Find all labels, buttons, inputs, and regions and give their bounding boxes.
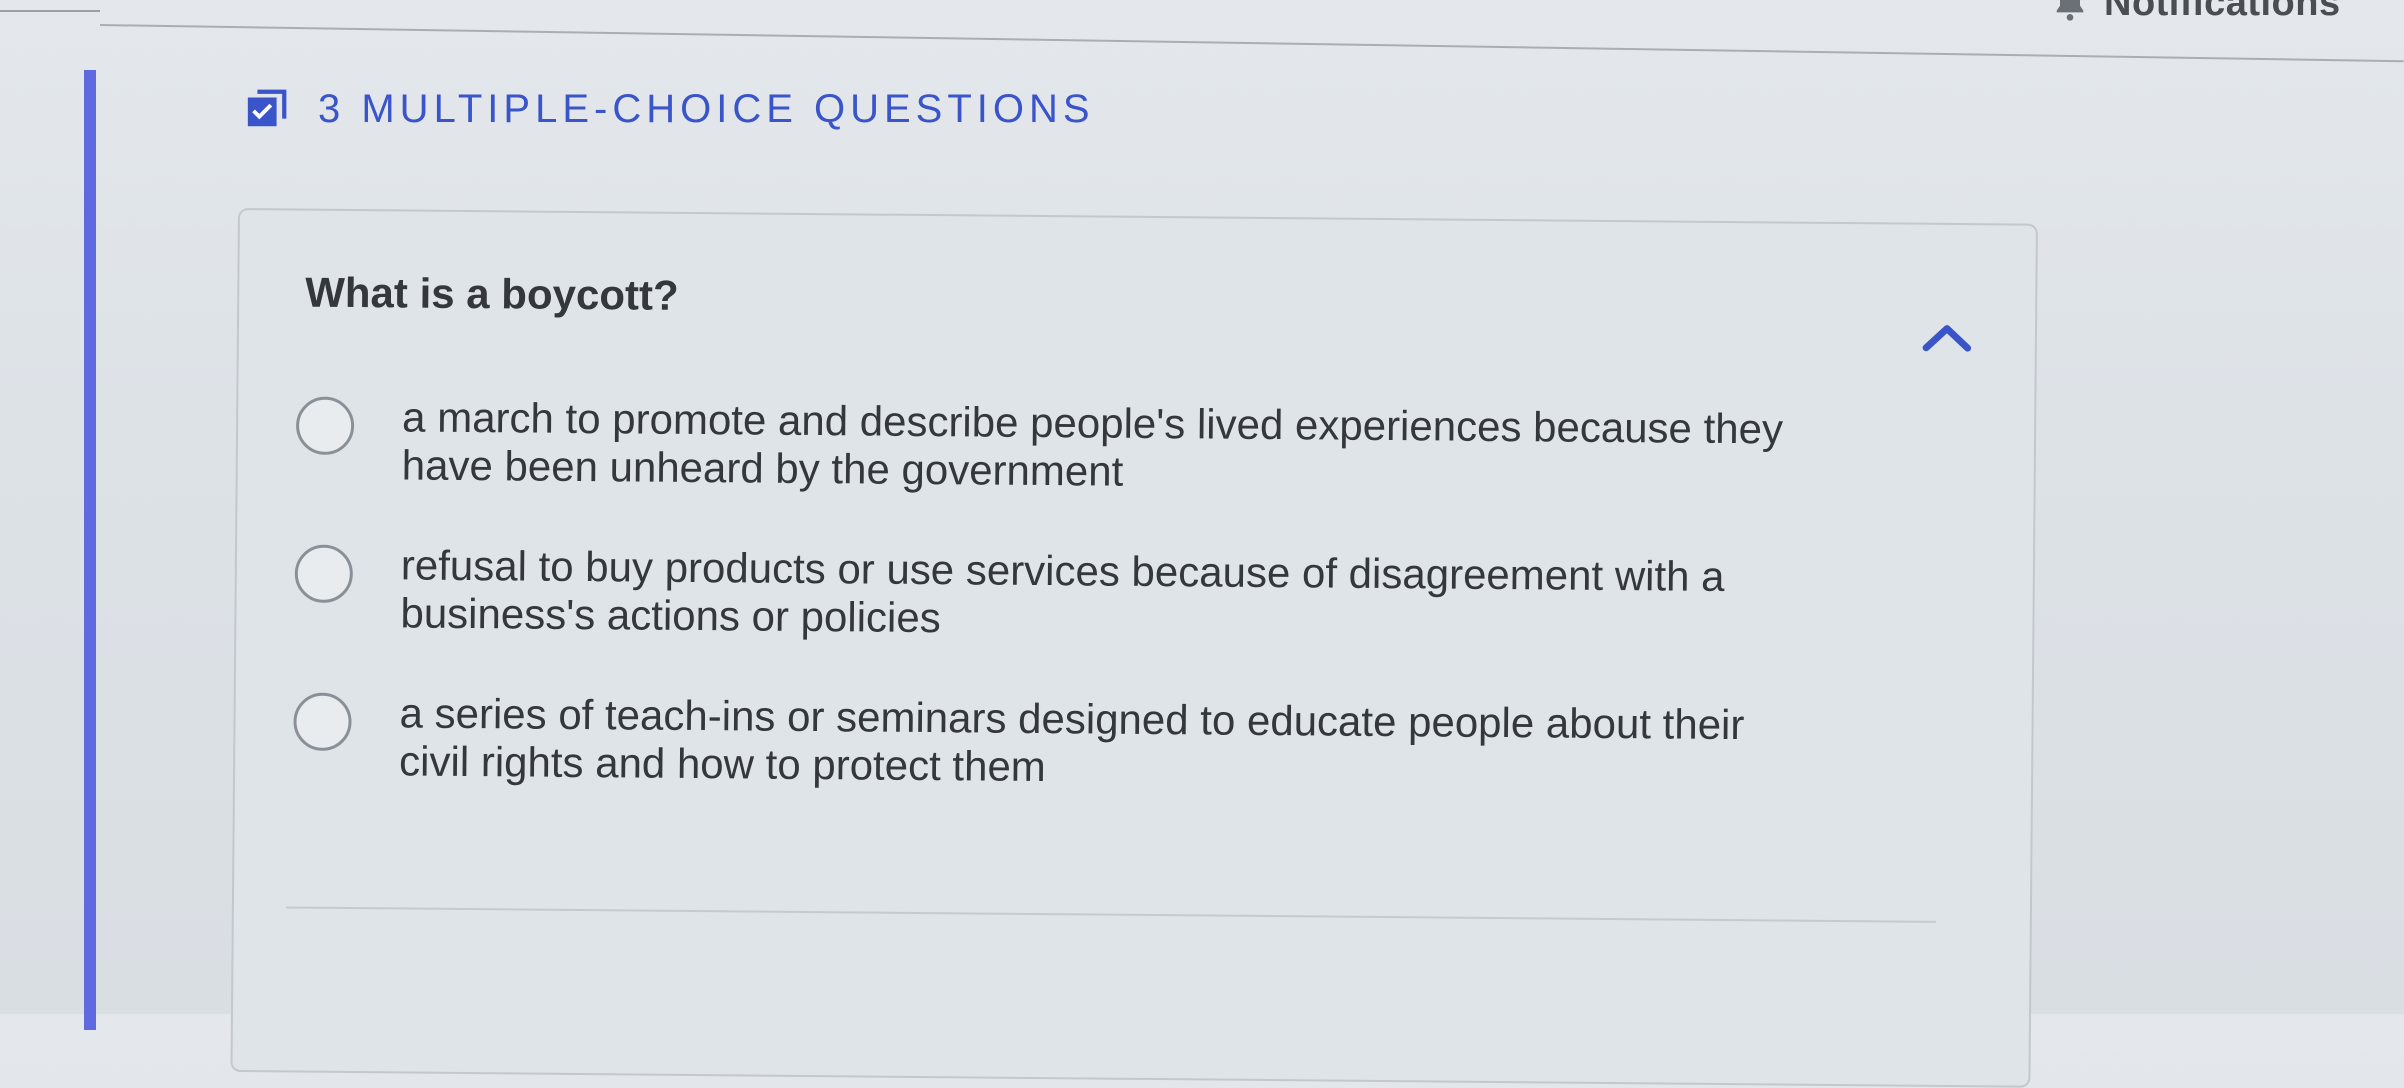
notifications-label: Notifications bbox=[2104, 0, 2341, 24]
bell-icon bbox=[2056, 0, 2084, 21]
answer-option-text: a march to promote and describe people's… bbox=[401, 393, 1784, 495]
question-card: What is a boycott? a march to promote an… bbox=[230, 208, 2038, 1088]
chevron-up-icon[interactable] bbox=[1919, 319, 1975, 355]
radio-button[interactable] bbox=[295, 396, 355, 456]
answer-options: a march to promote and describe people's… bbox=[293, 393, 1817, 850]
radio-button[interactable] bbox=[293, 692, 352, 752]
checkbox-arrow-icon bbox=[247, 89, 287, 127]
question-prompt: What is a boycott? bbox=[305, 268, 679, 319]
radio-button[interactable] bbox=[294, 544, 354, 604]
answer-option-text: refusal to buy products or use services … bbox=[400, 541, 1725, 642]
answer-option[interactable]: refusal to buy products or use services … bbox=[294, 541, 1815, 650]
answer-option-text: a series of teach-ins or seminars design… bbox=[398, 689, 1745, 791]
header-divider bbox=[99, 24, 2404, 63]
top-divider bbox=[0, 10, 100, 12]
section-accent-bar bbox=[84, 70, 96, 1030]
section-header: 3 MULTIPLE-CHOICE QUESTIONS bbox=[244, 86, 1095, 132]
answer-option[interactable]: a series of teach-ins or seminars design… bbox=[293, 689, 1814, 798]
notifications-button[interactable]: Notifications bbox=[2050, 0, 2341, 25]
section-title: 3 MULTIPLE-CHOICE QUESTIONS bbox=[318, 86, 1095, 131]
card-divider bbox=[285, 906, 1936, 923]
answer-option[interactable]: a march to promote and describe people's… bbox=[295, 393, 1817, 502]
